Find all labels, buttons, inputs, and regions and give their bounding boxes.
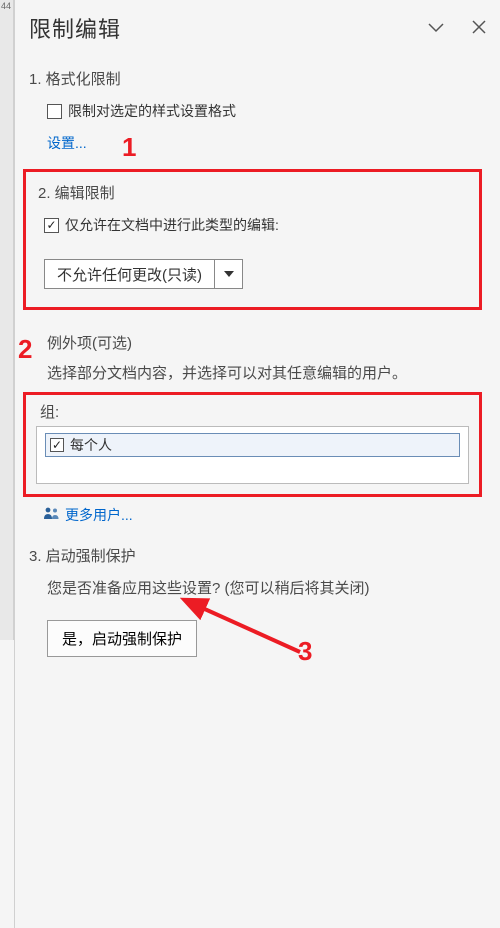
annotation-box-2: 组: 每个人 xyxy=(23,392,482,497)
section3-heading: 3. 启动强制保护 xyxy=(29,545,486,566)
header-controls xyxy=(428,20,486,37)
pane-title: 限制编辑 xyxy=(29,12,428,44)
dropdown-arrow-icon[interactable] xyxy=(214,260,242,288)
exceptions-heading: 例外项(可选) xyxy=(29,332,486,353)
line-number: 44 xyxy=(0,0,12,12)
people-icon xyxy=(43,506,61,523)
edit-restriction-label: 仅允许在文档中进行此类型的编辑: xyxy=(65,215,279,235)
document-gutter: 44 xyxy=(0,0,14,640)
annotation-box-1: 2. 编辑限制 仅允许在文档中进行此类型的编辑: 不允许任何更改(只读) xyxy=(23,169,482,310)
start-enforcement-button[interactable]: 是，启动强制保护 xyxy=(47,620,197,657)
format-restriction-row[interactable]: 限制对选定的样式设置格式 xyxy=(47,101,486,121)
groups-label: 组: xyxy=(40,401,469,422)
group-everyone-label: 每个人 xyxy=(70,435,112,455)
more-users-row[interactable]: 更多用户... xyxy=(43,505,486,525)
edit-restriction-checkbox[interactable] xyxy=(44,218,59,233)
pane-content: 1. 格式化限制 限制对选定的样式设置格式 设置... 2. 编辑限制 仅允许在… xyxy=(15,68,500,657)
chevron-down-icon[interactable] xyxy=(428,20,444,36)
edit-restriction-row[interactable]: 仅允许在文档中进行此类型的编辑: xyxy=(44,215,467,235)
section2-heading: 2. 编辑限制 xyxy=(38,182,467,203)
format-restriction-checkbox[interactable] xyxy=(47,104,62,119)
close-icon[interactable] xyxy=(472,20,486,37)
groups-listbox[interactable]: 每个人 xyxy=(36,426,469,484)
dropdown-value: 不允许任何更改(只读) xyxy=(45,260,214,288)
restrict-editing-pane: 限制编辑 1. 格式化限制 限制对选定的样式设置格式 设置... 2. 编辑限制 xyxy=(14,0,500,928)
more-users-link[interactable]: 更多用户... xyxy=(65,505,133,525)
exceptions-desc: 选择部分文档内容，并选择可以对其任意编辑的用户。 xyxy=(29,363,486,386)
group-everyone-row[interactable]: 每个人 xyxy=(45,433,460,457)
section1-heading: 1. 格式化限制 xyxy=(29,68,486,89)
format-restriction-label: 限制对选定的样式设置格式 xyxy=(68,101,236,121)
group-everyone-checkbox[interactable] xyxy=(50,438,64,452)
pane-header: 限制编辑 xyxy=(15,0,500,52)
section3-desc: 您是否准备应用这些设置? (您可以稍后将其关闭) xyxy=(29,578,486,601)
settings-link[interactable]: 设置... xyxy=(47,135,87,151)
edit-type-dropdown[interactable]: 不允许任何更改(只读) xyxy=(44,259,243,289)
